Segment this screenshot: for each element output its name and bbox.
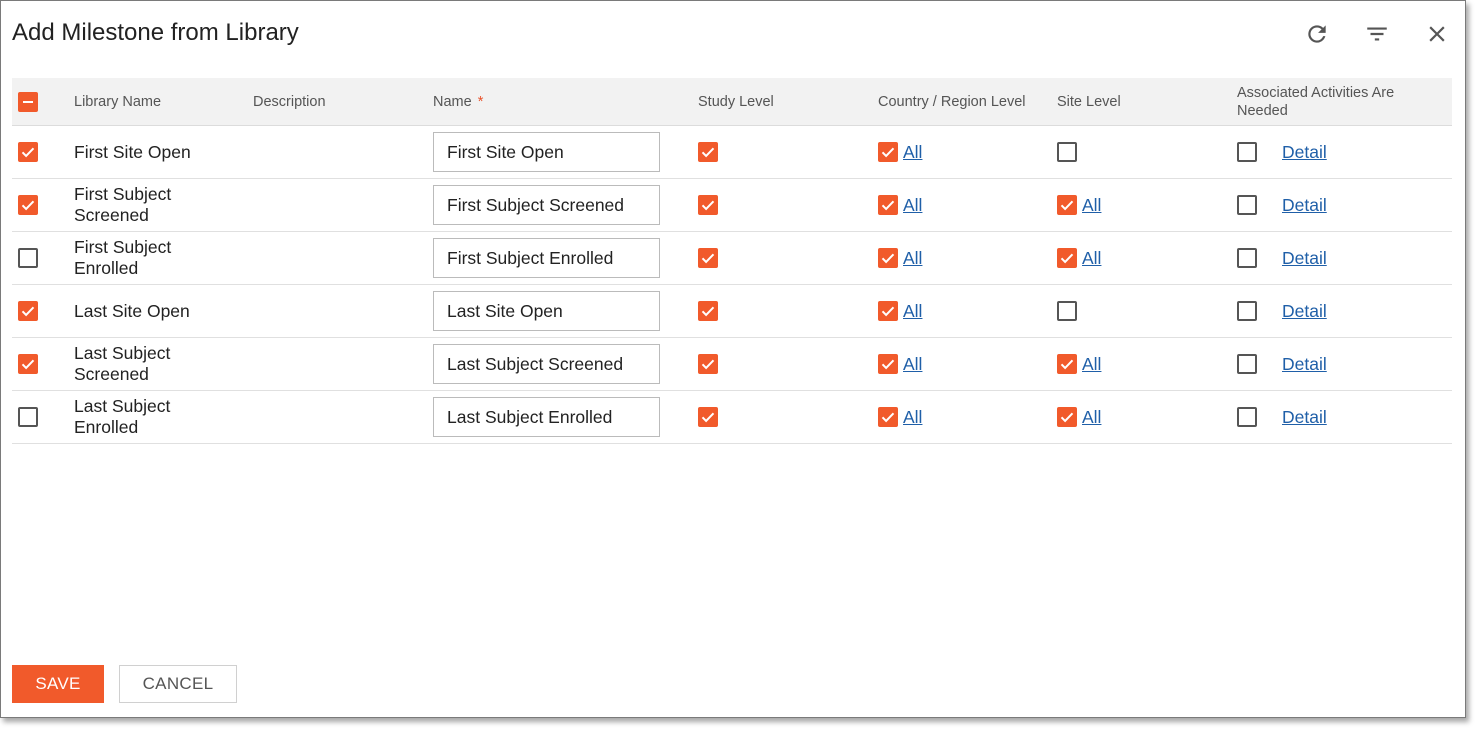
study-level-checkbox[interactable] [698,301,718,321]
table-row: Last Subject Enrolled All All Detail [12,391,1452,444]
study-level-checkbox[interactable] [698,195,718,215]
name-input[interactable] [433,132,660,172]
name-input[interactable] [433,291,660,331]
library-name-cell: First Subject Enrolled [74,237,172,278]
close-icon[interactable] [1424,21,1450,47]
table-body: First Site OpenAllDetailFirst Subject Sc… [12,126,1452,444]
table-row: First Site Open All Detail [12,126,1452,179]
country-level-checkbox[interactable] [878,142,898,162]
study-level-checkbox[interactable] [698,407,718,427]
table-row: Last Site Open All Detail [12,285,1452,338]
library-name-cell: First Site Open [74,141,191,162]
description-cell [253,338,423,390]
activities-needed-checkbox[interactable] [1237,142,1257,162]
country-all-link[interactable]: All [903,407,922,428]
study-level-checkbox[interactable] [698,248,718,268]
row-select-checkbox[interactable] [18,354,38,374]
site-all-link[interactable]: All [1082,407,1101,428]
country-level-checkbox[interactable] [878,407,898,427]
country-level-checkbox[interactable] [878,354,898,374]
detail-link[interactable]: Detail [1282,142,1327,163]
col-study-level[interactable]: Study Level [698,78,774,125]
country-all-link[interactable]: All [903,195,922,216]
country-all-link[interactable]: All [903,142,922,163]
country-level-checkbox[interactable] [878,301,898,321]
name-input[interactable] [433,397,660,437]
country-all-link[interactable]: All [903,354,922,375]
detail-link[interactable]: Detail [1282,195,1327,216]
library-name-cell: First Subject Screened [74,184,172,225]
country-all-link[interactable]: All [903,248,922,269]
name-input[interactable] [433,185,660,225]
country-level-checkbox[interactable] [878,195,898,215]
description-cell [253,126,423,178]
description-cell [253,179,423,231]
table-row: First Subject Screened All All Detail [12,179,1452,232]
col-site-level[interactable]: Site Level [1057,78,1121,125]
table-row: First Subject Enrolled All All Detail [12,232,1452,285]
detail-link[interactable]: Detail [1282,354,1327,375]
activities-needed-checkbox[interactable] [1237,195,1257,215]
save-button[interactable]: SAVE [12,665,104,703]
cancel-button[interactable]: CANCEL [119,665,237,703]
detail-link[interactable]: Detail [1282,248,1327,269]
activities-needed-checkbox[interactable] [1237,407,1257,427]
country-level-checkbox[interactable] [878,248,898,268]
col-description[interactable]: Description [253,78,326,125]
table-row: Last Subject Screened All All Detail [12,338,1452,391]
row-select-checkbox[interactable] [18,301,38,321]
required-marker: * [477,93,484,110]
description-cell [253,391,423,443]
filter-icon[interactable] [1364,21,1390,47]
refresh-icon[interactable] [1304,21,1330,47]
select-all-checkbox[interactable] [18,91,38,112]
library-name-cell: Last Subject Enrolled [74,396,171,437]
activities-needed-checkbox[interactable] [1237,301,1257,321]
row-select-checkbox[interactable] [18,142,38,162]
site-level-checkbox[interactable] [1057,195,1077,215]
add-milestone-dialog: Add Milestone from Library Library Name … [0,0,1466,718]
table-header: Library Name Description Name * Study Lev… [12,78,1452,126]
col-country-region-level[interactable]: Country / Region Level [878,78,1026,125]
site-level-checkbox[interactable] [1057,142,1077,162]
col-associated-activities[interactable]: Associated Activities Are Needed [1237,78,1442,125]
library-name-cell: Last Site Open [74,300,190,321]
row-select-checkbox[interactable] [18,248,38,268]
description-cell [253,232,423,284]
site-all-link[interactable]: All [1082,354,1101,375]
site-level-checkbox[interactable] [1057,248,1077,268]
detail-link[interactable]: Detail [1282,407,1327,428]
library-name-cell: Last Subject Screened [74,343,171,384]
site-level-checkbox[interactable] [1057,354,1077,374]
col-library-name[interactable]: Library Name [74,78,161,125]
site-all-link[interactable]: All [1082,195,1101,216]
milestone-table: Library Name Description Name * Study Lev… [12,78,1452,444]
site-level-checkbox[interactable] [1057,301,1077,321]
activities-needed-checkbox[interactable] [1237,354,1257,374]
country-all-link[interactable]: All [903,301,922,322]
description-cell [253,285,423,337]
site-all-link[interactable]: All [1082,248,1101,269]
name-input[interactable] [433,238,660,278]
col-name[interactable]: Name * [433,78,483,125]
study-level-checkbox[interactable] [698,354,718,374]
detail-link[interactable]: Detail [1282,301,1327,322]
row-select-checkbox[interactable] [18,195,38,215]
activities-needed-checkbox[interactable] [1237,248,1257,268]
row-select-checkbox[interactable] [18,407,38,427]
site-level-checkbox[interactable] [1057,407,1077,427]
study-level-checkbox[interactable] [698,142,718,162]
dialog-title: Add Milestone from Library [12,19,299,46]
col-name-label: Name [433,93,472,110]
name-input[interactable] [433,344,660,384]
